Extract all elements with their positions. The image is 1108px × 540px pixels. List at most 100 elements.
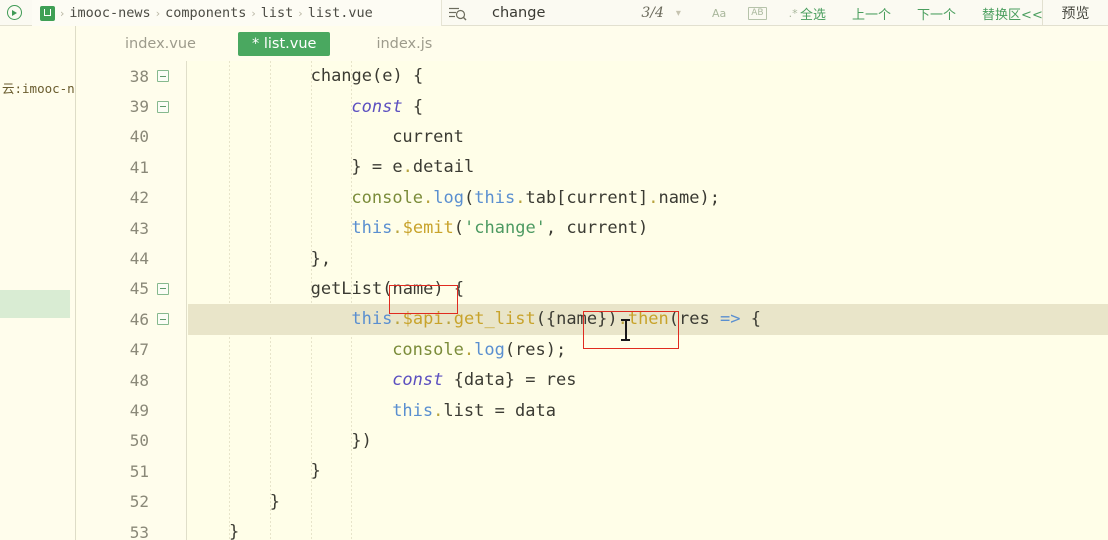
code-line[interactable]: console. log (res); — [392, 335, 566, 365]
next-match-button[interactable]: 下一个 — [917, 4, 956, 23]
gutter-line: 42 — [77, 183, 187, 213]
fold-toggle-icon[interactable] — [157, 313, 169, 326]
code-token: this — [392, 400, 434, 421]
find-bar: change 3/4 ▾ — [446, 0, 681, 26]
text-cursor — [620, 318, 631, 342]
line-number: 44 — [129, 249, 149, 269]
gutter-line: 46 — [77, 304, 187, 334]
code-token: ( — [464, 187, 475, 208]
code-token: . — [463, 339, 475, 360]
match-counter: 3/4 — [641, 5, 664, 21]
code-token: } = e — [351, 157, 403, 178]
code-token: (res — [668, 309, 720, 330]
tab-index-vue[interactable]: index.vue — [111, 32, 210, 56]
code-line[interactable]: } — [229, 517, 239, 540]
search-input[interactable]: change — [492, 5, 545, 21]
code-line[interactable]: const { — [351, 91, 423, 121]
code-line[interactable]: getList(name) { — [311, 274, 465, 304]
code-token: . — [443, 309, 454, 330]
gutter-line: 52 — [77, 487, 187, 517]
line-number: 41 — [129, 157, 149, 177]
line-number: 39 — [129, 97, 149, 117]
tab-index-js[interactable]: index.js — [362, 32, 446, 56]
code-token: log — [433, 187, 465, 208]
line-number: 40 — [129, 127, 149, 147]
code-token: const — [392, 370, 444, 391]
code-line[interactable]: this. list = data — [392, 395, 556, 425]
regex-icon[interactable]: .* — [789, 7, 798, 20]
fold-toggle-icon[interactable] — [157, 282, 169, 295]
breadcrumb-item-file[interactable]: list.vue — [305, 5, 376, 21]
gutter-line: 38 — [77, 61, 187, 91]
gutter-line: 41 — [77, 152, 187, 182]
code-token: this — [351, 218, 393, 239]
code-token: this — [474, 187, 516, 208]
breadcrumb-item-components[interactable]: components — [162, 5, 249, 21]
previous-match-button[interactable]: 上一个 — [852, 4, 891, 23]
preview-button[interactable]: 预览 — [1042, 0, 1108, 25]
code-token: $emit — [402, 218, 454, 239]
code-editor[interactable]: change(e) { const { current } = e. detail con… — [188, 61, 1108, 540]
line-number: 52 — [129, 492, 149, 512]
gutter-line: 43 — [77, 213, 187, 243]
replace-area-button[interactable]: 替换区<< — [982, 4, 1043, 23]
code-token: }) — [351, 430, 372, 451]
match-case-icon[interactable]: Aa — [712, 7, 726, 20]
breadcrumb-separator: › — [298, 6, 303, 20]
code-token: { — [402, 96, 424, 117]
fold-toggle-icon[interactable] — [157, 70, 169, 83]
select-all-button[interactable]: 全选 — [800, 4, 826, 23]
code-line[interactable]: this. $emit('change', current) — [351, 213, 648, 243]
code-token: current — [392, 126, 464, 147]
code-line[interactable]: change(e) { — [311, 61, 424, 91]
code-token: console — [392, 339, 464, 360]
fold-toggle-icon[interactable] — [157, 100, 169, 113]
code-token: get_list — [453, 309, 536, 330]
chevron-down-icon[interactable]: ▾ — [676, 8, 681, 19]
code-token: tab[current] — [525, 187, 649, 208]
whole-word-icon[interactable]: AB — [748, 6, 767, 20]
code-token: change(e) { — [310, 66, 424, 87]
play-circle-icon[interactable] — [0, 0, 28, 26]
breadcrumb-item-project[interactable]: imooc-news — [66, 5, 153, 21]
code-token: 'change' — [464, 218, 546, 239]
line-number: 53 — [129, 522, 149, 540]
sidebar-selection-highlight — [0, 290, 70, 318]
code-token: $api — [402, 309, 444, 330]
gutter-line: 47 — [77, 335, 187, 365]
code-token: . — [402, 157, 413, 178]
gutter-line: 48 — [77, 365, 187, 395]
code-line[interactable]: } = e. detail — [351, 152, 474, 182]
code-line[interactable]: }, — [311, 243, 331, 273]
code-line[interactable]: }) — [351, 426, 371, 456]
project-sidebar: 云:imooc-n — [0, 26, 76, 540]
code-token: ( — [453, 218, 465, 239]
code-line[interactable]: current — [392, 122, 464, 152]
code-line[interactable]: console. log(this. tab[current]. name); — [351, 183, 720, 213]
gutter-line: 50 — [77, 426, 187, 456]
code-token: this — [351, 309, 393, 330]
code-token: ({name}) — [535, 309, 618, 330]
code-token: . — [392, 218, 403, 239]
sidebar-project-label[interactable]: 云:imooc-n — [2, 78, 76, 97]
tab-list-vue[interactable]: * list.vue — [237, 31, 331, 56]
gutter-line: 39 — [77, 91, 187, 121]
code-line[interactable]: } — [311, 456, 321, 486]
code-token: const — [351, 96, 403, 117]
gutter-line: 40 — [77, 122, 187, 152]
gutter-line: 44 — [77, 243, 187, 273]
code-line[interactable]: } — [270, 487, 280, 517]
line-number: 38 — [129, 66, 149, 86]
preview-label: 预览 — [1061, 5, 1090, 22]
search-options: Aa AB .* — [712, 0, 798, 26]
code-line[interactable]: this.$api.get_list({name}).then(res => { — [351, 304, 761, 334]
find-replace-icon[interactable] — [446, 0, 468, 26]
code-token: }, — [310, 248, 332, 269]
code-line[interactable]: const {data} = res — [392, 365, 576, 395]
find-actions: 全选 上一个 下一个 替换区<< × — [800, 0, 1069, 26]
code-token: { — [740, 309, 761, 330]
code-token: . — [648, 187, 659, 208]
code-token: then — [627, 309, 669, 330]
breadcrumb-item-list[interactable]: list — [258, 5, 297, 21]
line-number: 43 — [129, 218, 149, 238]
